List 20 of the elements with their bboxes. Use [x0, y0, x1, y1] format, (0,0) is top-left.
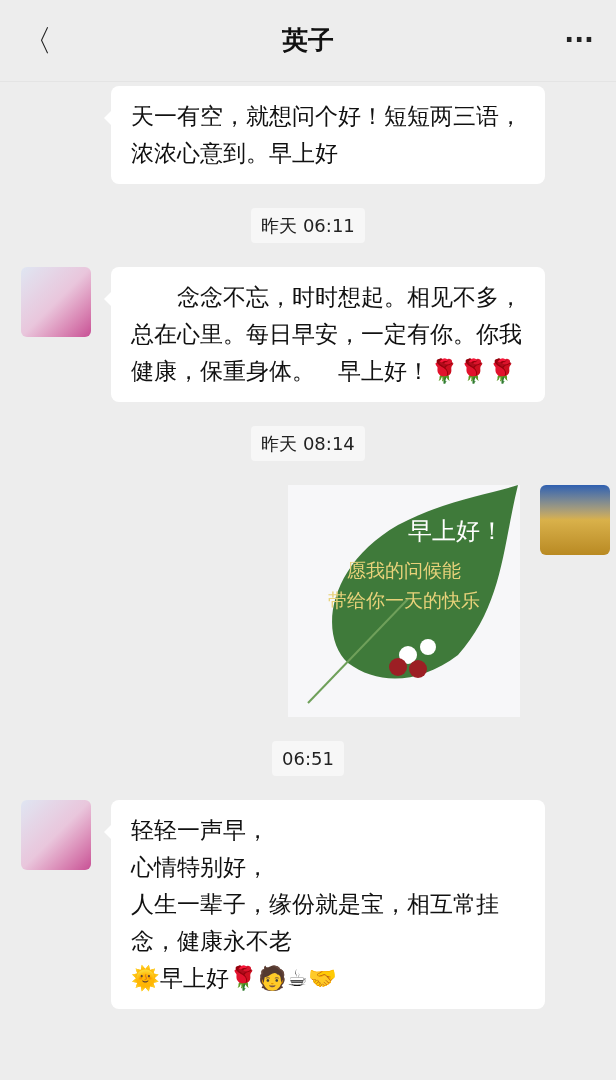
message-text: 人生一辈子，缘份就是宝，相互常挂念，健康永不老	[131, 890, 500, 956]
message-text: 心情特别好，	[131, 853, 270, 882]
avatar-photo[interactable]	[21, 267, 91, 337]
message-bubble[interactable]: 念念不忘，时时想起。相见不多，总在心里。每日早安，一定有你。你我健康，保重身体。 早上好！🌹🌹🌹	[111, 267, 545, 402]
message-text: 轻轻一声早，	[131, 816, 270, 845]
back-button[interactable]: 〈	[22, 18, 62, 63]
avatar-photo[interactable]	[21, 800, 91, 870]
message-bubble[interactable]: 天一有空，就想问个好！短短两三语，浓浓心意到。早上好	[111, 86, 545, 184]
avatar-photo[interactable]	[540, 485, 610, 555]
image-caption: 愿我的问候能	[347, 558, 461, 583]
message-text: 🌞早上好🌹🧑☕🤝	[131, 964, 338, 994]
timestamp: 06:51	[272, 741, 344, 776]
more-button[interactable]: ···	[554, 21, 594, 60]
image-caption: 早上好！	[408, 516, 504, 547]
chat-title: 英子	[282, 24, 334, 57]
message-bubble[interactable]: 轻轻一声早， 心情特别好， 人生一辈子，缘份就是宝，相互常挂念，健康永不老 🌞早上好🌹🧑☕🤝	[111, 800, 545, 1009]
message-text: 天一有空，就想问个好！短短两三语，浓浓心意到。早上好	[131, 102, 523, 168]
timestamp: 昨天 08:14	[251, 426, 365, 461]
timestamp: 昨天 06:11	[251, 208, 365, 243]
message-text: 念念不忘，时时想起。相见不多，总在心里。每日早安，一定有你。你我健康，保重身体。 早上好！🌹🌹🌹	[131, 283, 523, 386]
